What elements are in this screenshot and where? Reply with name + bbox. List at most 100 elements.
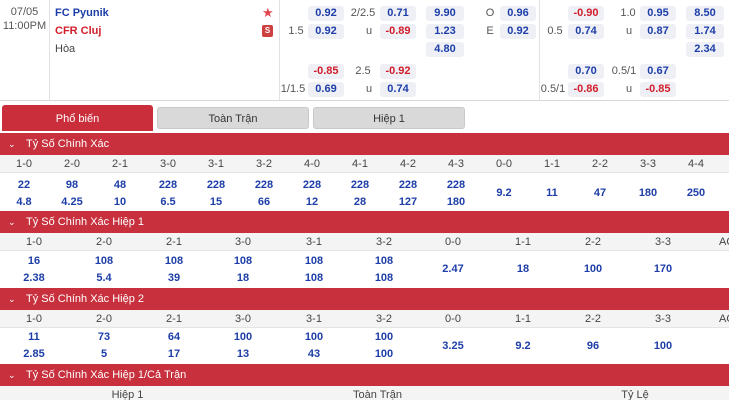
score-odd[interactable]: 100 xyxy=(558,261,628,277)
score-odd-reverse[interactable]: 17 xyxy=(140,346,208,362)
odd-1x2-draw[interactable]: 4.80 xyxy=(426,42,464,57)
score-odd[interactable]: 228 xyxy=(240,177,288,193)
section-ht-ft-correct-score-header[interactable]: ⌄ Tỷ Số Chính Xác Hiệp 1/Cả Trận xyxy=(0,364,729,386)
score-odd-reverse[interactable]: 13 xyxy=(208,346,278,362)
odd-ou-over[interactable]: 0.71 xyxy=(380,6,416,21)
streaming-badge-icon[interactable]: S xyxy=(262,25,273,37)
score-odd-reverse[interactable]: 108 xyxy=(350,270,418,286)
odd-ou-under[interactable]: -0.89 xyxy=(380,24,416,39)
score-odd[interactable]: 98 xyxy=(48,177,96,193)
odd-h1-hdp-home[interactable]: -0.90 xyxy=(568,6,604,21)
score-odd-reverse[interactable]: 100 xyxy=(350,346,418,362)
score-odd[interactable]: 228 xyxy=(432,177,480,193)
away-team[interactable]: CFR Cluj xyxy=(55,25,101,37)
section-first-half-correct-score-header[interactable]: ⌄ Tỷ Số Chính Xác Hiệp 1 xyxy=(0,211,729,233)
score-odd-reverse[interactable]: 2.85 xyxy=(0,346,68,362)
odd-alt-hdp-home[interactable]: -0.85 xyxy=(308,64,344,79)
score-odd[interactable]: 170 xyxy=(628,261,698,277)
odd-h1-hdp-away[interactable]: 0.74 xyxy=(568,24,604,39)
odd-h1-1x2-draw[interactable]: 2.34 xyxy=(686,42,724,57)
score-odd[interactable]: 9.2 xyxy=(480,185,528,201)
score-odd[interactable]: 18 xyxy=(488,261,558,277)
score-odd[interactable]: 100 xyxy=(350,329,418,345)
score-odd[interactable]: 228 xyxy=(144,177,192,193)
score-odd[interactable]: 108 xyxy=(350,253,418,269)
home-team[interactable]: FC Pyunik xyxy=(55,7,109,19)
score-odd-reverse[interactable]: 12 xyxy=(288,194,336,210)
odd-h1-alt-home[interactable]: 0.70 xyxy=(568,64,604,79)
score-odd-reverse[interactable]: 28 xyxy=(336,194,384,210)
score-odd[interactable]: 47 xyxy=(576,185,624,201)
score-odd-reverse[interactable]: 4.8 xyxy=(0,194,48,210)
score-odd-reverse[interactable]: 10 xyxy=(96,194,144,210)
score-odd[interactable]: 228 xyxy=(336,177,384,193)
odd-hdp-home[interactable]: 0.92 xyxy=(308,6,344,21)
odd-alt-hdp-away[interactable]: 0.69 xyxy=(308,82,344,97)
score-odd[interactable]: 64 xyxy=(140,329,208,345)
odd-alt-u-label: u xyxy=(365,83,373,95)
score-odd-reverse[interactable]: 108 xyxy=(278,270,350,286)
score-odd-reverse[interactable]: 18 xyxy=(208,270,278,286)
odd-h1-alt-over[interactable]: 0.67 xyxy=(640,64,676,79)
score-label: 4-3 xyxy=(448,158,464,170)
score-odd-reverse[interactable]: 127 xyxy=(384,194,432,210)
score-odd-reverse[interactable]: 6.5 xyxy=(144,194,192,210)
star-icon[interactable]: ★ xyxy=(262,5,274,21)
score-odd[interactable]: 11 xyxy=(528,185,576,201)
odd-oe-even[interactable]: 0.92 xyxy=(500,24,536,39)
score-odd[interactable]: 228 xyxy=(288,177,336,193)
score-odd[interactable]: 108 xyxy=(68,253,140,269)
score-label: 3-0 xyxy=(235,236,251,248)
section-second-half-correct-score-header[interactable]: ⌄ Tỷ Số Chính Xác Hiệp 2 xyxy=(0,288,729,310)
tab-popular[interactable]: Phổ biến xyxy=(2,105,153,131)
score-label: 1-1 xyxy=(515,236,531,248)
score-odd-reverse[interactable]: 66 xyxy=(240,194,288,210)
score-odd[interactable]: 108 xyxy=(208,253,278,269)
score-odd[interactable]: 228 xyxy=(192,177,240,193)
odd-alt-under[interactable]: 0.74 xyxy=(380,82,416,97)
score-odd[interactable]: 73 xyxy=(68,329,140,345)
score-odd[interactable]: 48 xyxy=(96,177,144,193)
section-correct-score-header[interactable]: ⌄ Tỷ Số Chính Xác xyxy=(0,133,729,155)
score-odd[interactable]: 100 xyxy=(628,338,698,354)
odd-h1-1x2-home[interactable]: 8.50 xyxy=(686,6,724,21)
odd-1x2-away[interactable]: 1.23 xyxy=(426,24,464,39)
score-header-row: 1-0 2-0 2-1 3-0 3-1 3-2 4-0 4-1 4-2 4-3 … xyxy=(0,155,729,173)
score-header-row: 1-0 2-0 2-1 3-0 3-1 3-2 0-0 1-1 2-2 3-3 … xyxy=(0,310,729,328)
score-label: 3-2 xyxy=(376,313,392,325)
score-odd[interactable]: 3.25 xyxy=(418,338,488,354)
score-odd[interactable]: 22 xyxy=(0,177,48,193)
score-odd-reverse[interactable]: 5.4 xyxy=(68,270,140,286)
score-odd-reverse[interactable]: 5 xyxy=(68,346,140,362)
odd-h1-alt-away[interactable]: -0.86 xyxy=(568,82,604,97)
tab-full-time[interactable]: Toàn Trận xyxy=(157,107,309,129)
score-odd[interactable]: 250 xyxy=(672,185,720,201)
score-odd-reverse[interactable]: 2.38 xyxy=(0,270,68,286)
odd-1x2-home[interactable]: 9.90 xyxy=(426,6,464,21)
odd-h1-over[interactable]: 0.95 xyxy=(640,6,676,21)
score-odd-reverse[interactable]: 43 xyxy=(278,346,350,362)
score-odd[interactable]: 11 xyxy=(0,329,68,345)
score-odd-reverse[interactable]: 15 xyxy=(192,194,240,210)
score-odd[interactable]: 9.2 xyxy=(488,338,558,354)
score-odd[interactable]: 100 xyxy=(208,329,278,345)
score-odd[interactable]: 108 xyxy=(278,253,350,269)
score-odd[interactable]: 228 xyxy=(384,177,432,193)
odd-hdp-away[interactable]: 0.92 xyxy=(308,24,344,39)
score-odd[interactable]: 180 xyxy=(624,185,672,201)
score-odd[interactable]: 16 xyxy=(0,253,68,269)
score-odd-reverse[interactable]: 180 xyxy=(432,194,480,210)
tab-first-half[interactable]: Hiệp 1 xyxy=(313,107,465,129)
odd-h1-alt-under[interactable]: -0.85 xyxy=(640,82,676,97)
odd-h1-under[interactable]: 0.87 xyxy=(640,24,676,39)
odd-h1-1x2-away[interactable]: 1.74 xyxy=(686,24,724,39)
score-odd[interactable]: 96 xyxy=(558,338,628,354)
score-odd-reverse[interactable]: 39 xyxy=(140,270,208,286)
score-odd[interactable]: 100 xyxy=(278,329,350,345)
odd-alt-over[interactable]: -0.92 xyxy=(380,64,416,79)
score-odd-reverse[interactable]: 4.25 xyxy=(48,194,96,210)
score-odd[interactable]: 108 xyxy=(140,253,208,269)
score-odd[interactable]: 2.47 xyxy=(418,261,488,277)
odd-oe-odd[interactable]: 0.96 xyxy=(500,6,536,21)
score-header-row: 1-0 2-0 2-1 3-0 3-1 3-2 0-0 1-1 2-2 3-3 … xyxy=(0,233,729,251)
